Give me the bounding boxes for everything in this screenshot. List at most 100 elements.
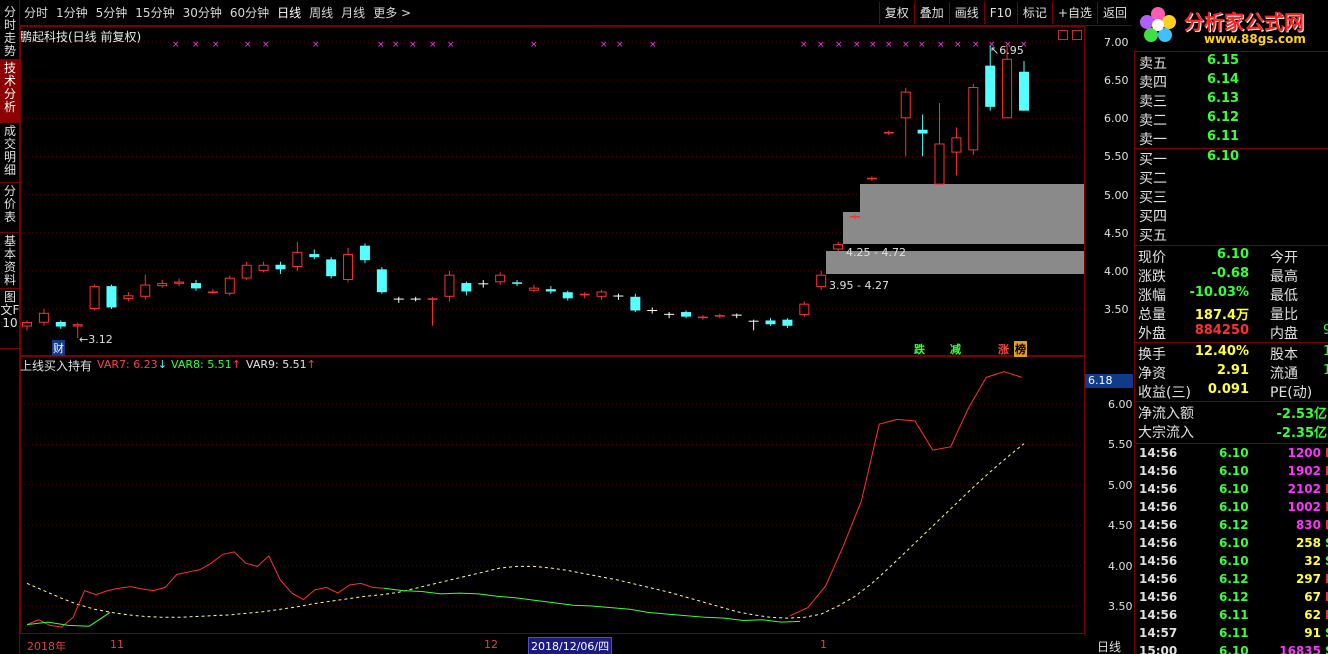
bid-row[interactable]: 买二 — [1139, 168, 1328, 187]
signal-marker: × — [853, 40, 861, 50]
flow-value: -2.35亿 — [1276, 426, 1327, 441]
toolbar-button-5[interactable]: +自选 — [1051, 2, 1097, 24]
quote-row: 现价 6.10 今开 — [1138, 247, 1328, 266]
candle-body-up — [444, 274, 455, 297]
period-label[interactable]: 日线 — [1097, 638, 1121, 654]
ask-row[interactable]: 卖二 6.12 — [1139, 110, 1328, 129]
ask-label: 卖三 — [1139, 94, 1167, 110]
trade-time: 14:56 — [1139, 572, 1178, 586]
timeframe-4[interactable]: 30分钟 — [179, 4, 226, 21]
timeframe-3[interactable]: 15分钟 — [131, 4, 178, 21]
x-label-jan: 1 — [820, 638, 827, 651]
quote-key: 收益(三) — [1138, 385, 1191, 401]
candle-body-down — [190, 283, 201, 289]
x-label-dec: 12 — [484, 638, 498, 651]
bid-row[interactable]: 买四 — [1139, 206, 1328, 225]
timeframe-list: 分时 1分钟 5分钟 15分钟 30分钟 60分钟 日线 周线 月线 更多 > — [20, 4, 415, 21]
quote-key: 涨跌 — [1138, 269, 1166, 285]
timeframe-0[interactable]: 分时 — [20, 4, 52, 21]
trade-price: 6.10 — [1219, 644, 1249, 654]
left-tab-4[interactable]: 基本资料 — [0, 233, 20, 289]
reduce-badge[interactable]: 减 — [950, 341, 961, 357]
left-tab-0[interactable]: 分时走势 — [0, 4, 20, 60]
left-tab-1[interactable]: 技术分析 — [0, 60, 20, 123]
toolbar-button-0[interactable]: 复权 — [878, 2, 914, 24]
trade-row: 15:006.1016835S — [1139, 644, 1328, 654]
ask-row[interactable]: 卖一 6.11 — [1139, 129, 1328, 148]
quote-key: 现价 — [1138, 250, 1166, 266]
indicator-tick: 3.50 — [1108, 600, 1133, 613]
timeframe-1[interactable]: 1分钟 — [52, 4, 92, 21]
signal-marker: × — [918, 40, 926, 50]
candle-body-up — [900, 91, 911, 119]
timeframe-7[interactable]: 周线 — [305, 4, 337, 21]
signal-marker: × — [817, 40, 825, 50]
timeframe-8[interactable]: 月线 — [337, 4, 369, 21]
up-badge[interactable]: 涨 — [998, 341, 1009, 357]
candle-body-down — [359, 245, 370, 261]
timeframe-6[interactable]: 日线 — [273, 4, 305, 21]
kline-chart[interactable]: × × × × × × × × × × × × × × × × × × × × × × × × × × × × × — [20, 26, 1134, 636]
toolbar-button-6[interactable]: 返回 — [1096, 2, 1132, 24]
left-tab-5[interactable]: 图文F10 — [0, 289, 20, 349]
low-price-value: 3.12 — [88, 333, 113, 346]
toolbar-button-4[interactable]: 标记 — [1016, 2, 1052, 24]
signal-marker: × — [409, 40, 417, 50]
rank-badge[interactable]: 榜 — [1014, 341, 1027, 357]
toolbar-button-3[interactable]: F10 — [983, 2, 1017, 24]
candle-body-up — [596, 291, 607, 297]
panel-divider — [1135, 443, 1328, 444]
quote-row: 净资 2.91 流通 1 — [1138, 363, 1328, 382]
trade-time: 14:56 — [1139, 446, 1178, 460]
candle-body-up — [292, 251, 303, 268]
ask-row[interactable]: 卖四 6.14 — [1139, 72, 1328, 91]
signal-marker: × — [172, 40, 180, 50]
candle-body-up — [207, 291, 218, 293]
candle-body-down — [545, 289, 556, 292]
var7-line-a — [26, 551, 385, 628]
candle-body-down — [275, 264, 286, 270]
quote-row: 涨幅 -10.03% 最低 — [1138, 285, 1328, 304]
candle-body-up — [89, 286, 100, 310]
candle-body-down — [562, 292, 573, 299]
timeframe-5[interactable]: 60分钟 — [226, 4, 273, 21]
bid-row[interactable]: 买五 — [1139, 225, 1328, 244]
var8-line-early — [26, 612, 111, 627]
trade-price: 6.10 — [1219, 536, 1249, 550]
signal-marker: × — [954, 40, 962, 50]
logo-url: www.88gs.com — [1204, 32, 1306, 46]
ask-row[interactable]: 卖五 6.15 — [1139, 53, 1328, 72]
price-tick: 3.50 — [1104, 303, 1129, 316]
bid-row[interactable]: 买一 6.10 — [1139, 149, 1328, 168]
quote-key-2: 今开 — [1270, 250, 1298, 266]
candle-body-up — [174, 281, 185, 284]
down-badge[interactable]: 跌 — [914, 341, 925, 357]
trade-row: 14:566.101002B — [1139, 500, 1328, 518]
trade-price: 6.10 — [1219, 482, 1249, 496]
trade-time: 14:56 — [1139, 500, 1178, 514]
quote-value: 187.4万 — [1194, 308, 1249, 323]
left-tab-3[interactable]: 分价表 — [0, 183, 20, 233]
indicator-var8: VAR8: 5.51↑ — [171, 358, 241, 371]
trade-price: 6.12 — [1219, 572, 1249, 586]
ask-row[interactable]: 卖三 6.13 — [1139, 91, 1328, 110]
bid-label: 买三 — [1139, 190, 1167, 206]
trade-row: 14:566.101200B — [1139, 446, 1328, 464]
trade-volume: 2102 — [1287, 482, 1321, 496]
indicator-tick: 5.00 — [1108, 478, 1133, 492]
bid-row[interactable]: 买三 — [1139, 187, 1328, 206]
candle-body-up — [816, 274, 827, 287]
quote-key-2: 量比 — [1270, 307, 1298, 323]
trade-volume: 62 — [1304, 608, 1321, 622]
timeframe-9[interactable]: 更多 > — [369, 4, 415, 21]
trade-time: 15:00 — [1139, 644, 1178, 654]
financial-badge[interactable]: 财 — [52, 340, 65, 356]
toolbar-button-1[interactable]: 叠加 — [913, 2, 949, 24]
quote-value: 2.91 — [1216, 363, 1249, 378]
left-tab-2[interactable]: 成交明细 — [0, 123, 20, 183]
signal-marker: × — [600, 40, 608, 50]
toolbar-button-2[interactable]: 画线 — [948, 2, 984, 24]
trade-time: 14:57 — [1139, 626, 1178, 640]
timeframe-2[interactable]: 5分钟 — [92, 4, 132, 21]
trade-volume: 16835 — [1279, 644, 1321, 654]
